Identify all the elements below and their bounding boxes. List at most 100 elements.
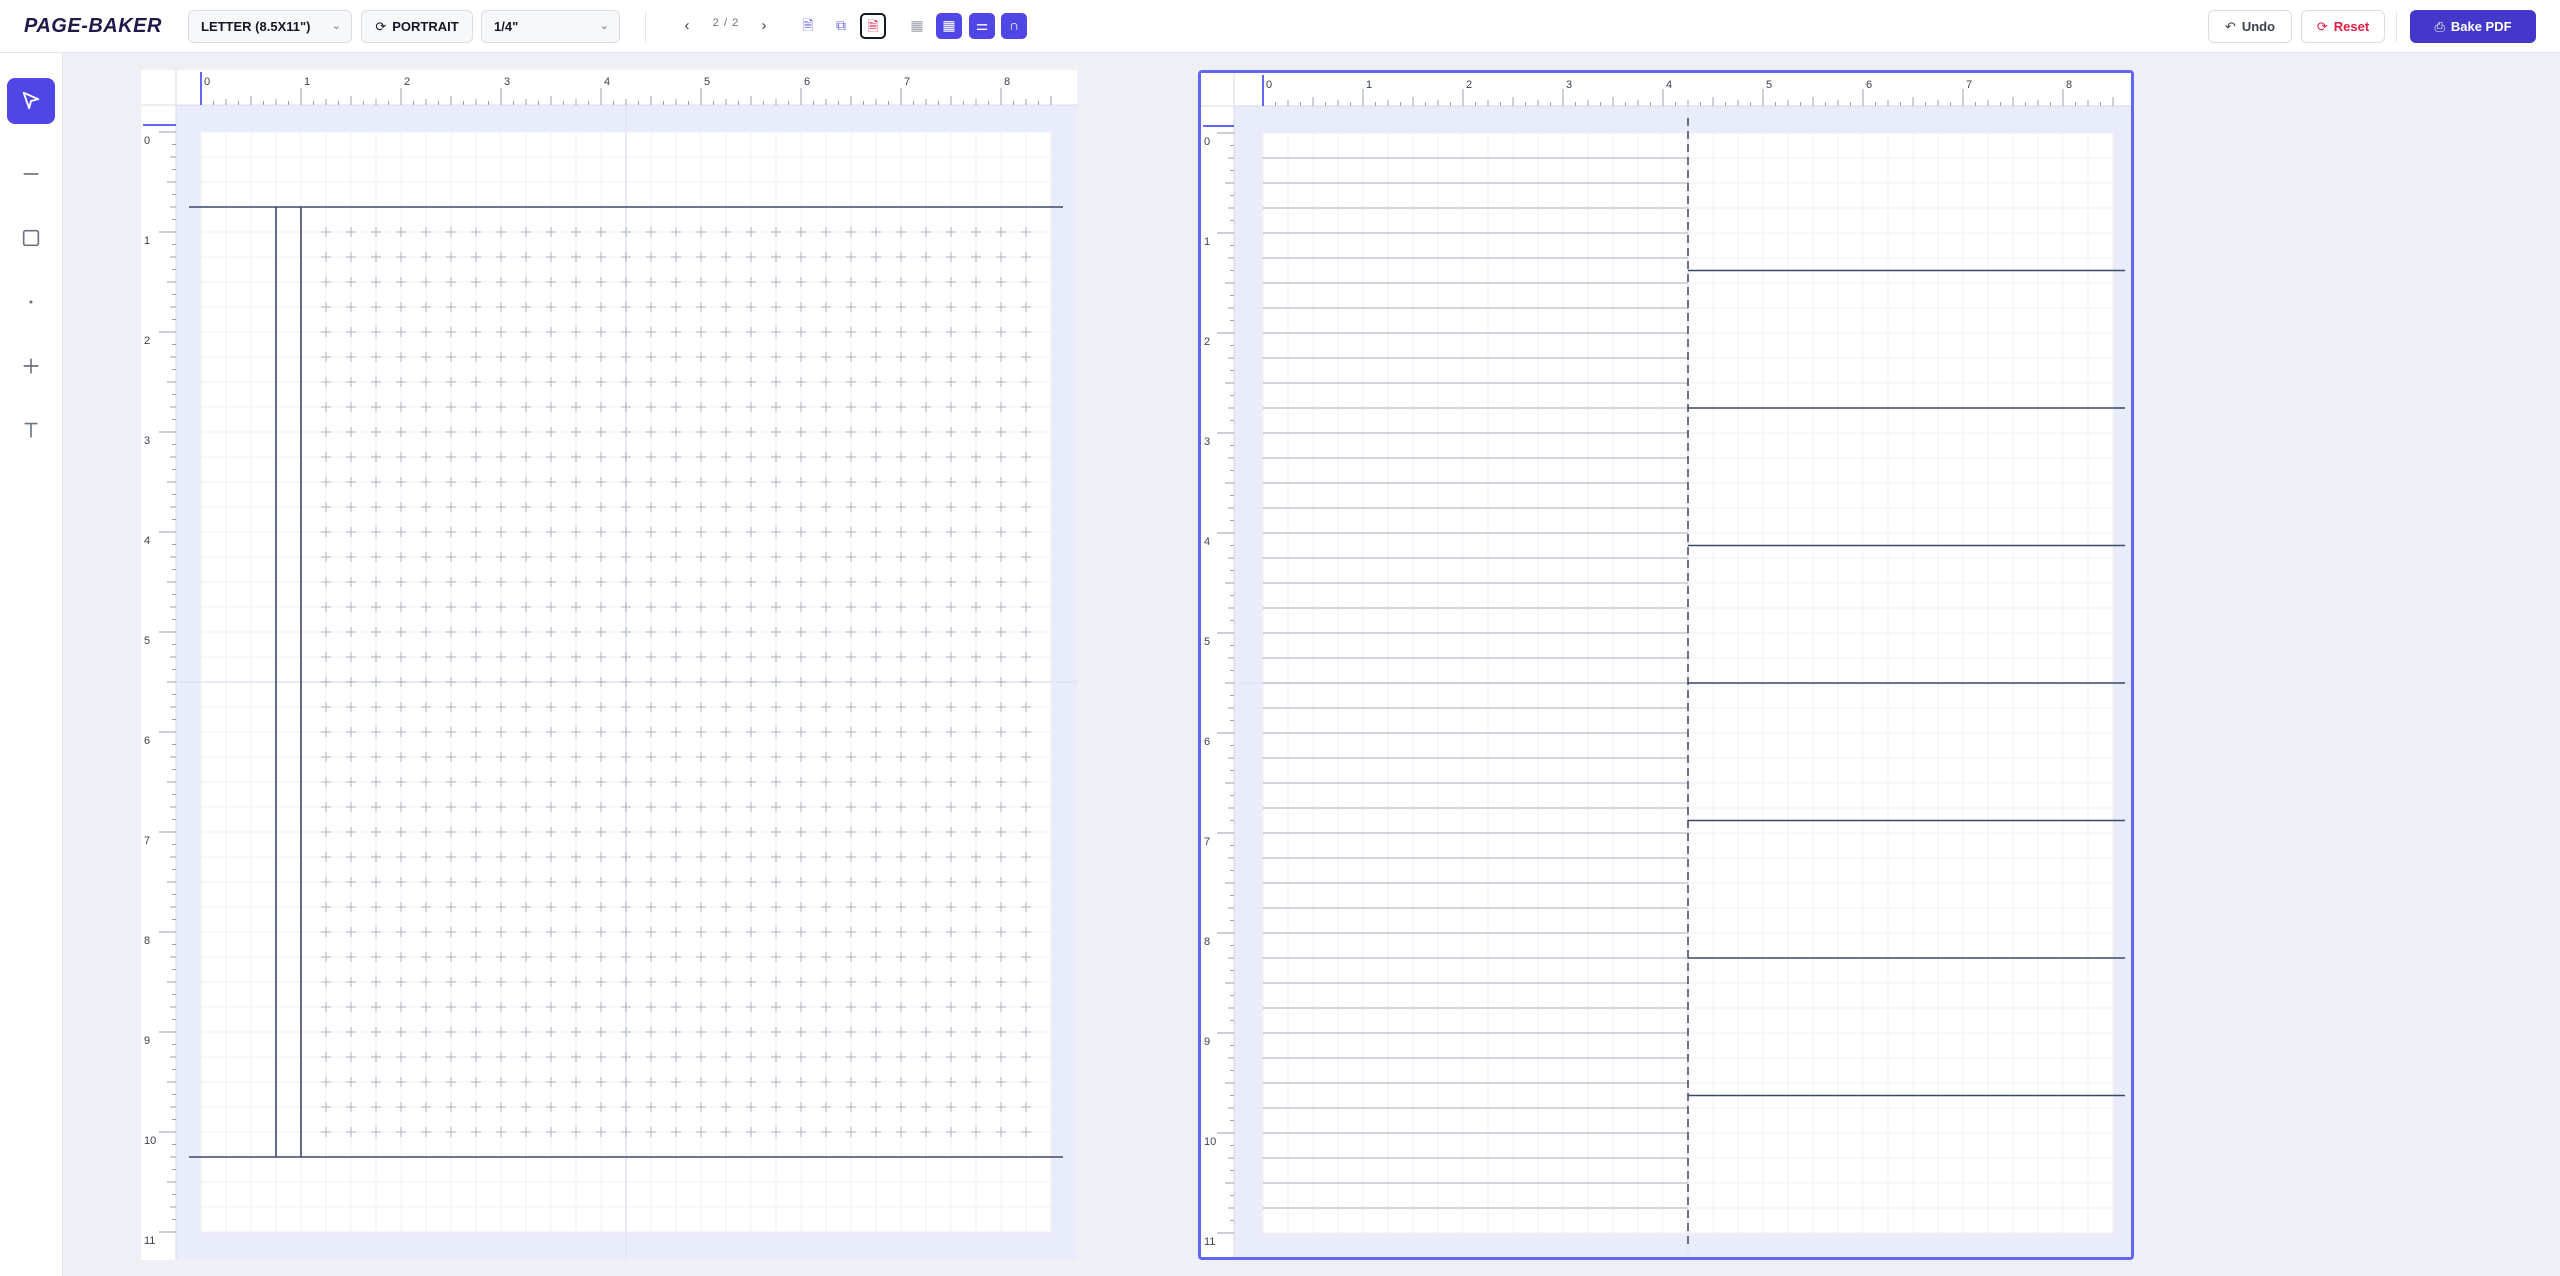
square-icon — [22, 229, 40, 247]
ruler-label-vertical: 0 — [1204, 136, 1210, 148]
show-rulers-toggle[interactable]: ⚌ — [969, 13, 995, 39]
page-counter: 2 / 2 — [712, 17, 740, 29]
ruler-label-vertical: 0 — [144, 135, 150, 147]
page-2-svg: 0 1 2 3 4 5 6 7 8 0 1 2 3 4 5 6 7 8 9 10 11 — [1201, 73, 2131, 1257]
ruler-label-vertical: 10 — [144, 1135, 156, 1147]
ruler-label-horizontal: 5 — [1766, 79, 1772, 91]
next-page-button[interactable]: › — [752, 14, 776, 38]
ruler-label-horizontal: 0 — [204, 76, 210, 88]
ruler-label-vertical: 5 — [144, 635, 150, 647]
ruler-label-vertical: 3 — [1204, 436, 1210, 448]
app-logo: PAGE-BAKER — [24, 15, 162, 37]
line-tool[interactable] — [7, 151, 55, 197]
printer-icon: ⎙ — [2434, 19, 2445, 34]
dot-tool[interactable] — [7, 279, 55, 325]
ruler-label-horizontal: 1 — [1366, 79, 1372, 91]
plus-icon — [23, 358, 39, 374]
rectangle-tool[interactable] — [7, 215, 55, 261]
ruler-label-vertical: 10 — [1204, 1136, 1216, 1148]
orientation-button[interactable]: ⟳ PORTRAIT — [361, 10, 473, 43]
table-icon: ▦ — [942, 17, 956, 33]
layout-grid-button[interactable]: ▦ — [904, 13, 930, 39]
refresh-icon: ⟳ — [2316, 19, 2328, 34]
ruler-label-vertical: 6 — [144, 735, 150, 747]
add-page-button[interactable]: 🗎 — [795, 13, 821, 39]
ruler-label-horizontal: 4 — [1666, 79, 1672, 91]
text-icon — [24, 422, 38, 438]
top-toolbar: PAGE-BAKER LETTER (8.5X11") ⌄ ⟳ PORTRAIT … — [0, 0, 2560, 53]
vertical-ruler — [1201, 73, 1234, 1257]
grid-icon: ▦ — [910, 17, 924, 33]
show-grid-toggle[interactable]: ▦ — [936, 13, 962, 39]
prev-page-button[interactable]: ‹ — [675, 14, 699, 38]
chevron-down-icon: ⌄ — [599, 20, 609, 32]
spacing-select[interactable]: 1/4" ⌄ — [481, 10, 620, 43]
copy-icon: ⧉ — [836, 17, 846, 33]
delete-page-button[interactable]: 🗎 — [860, 13, 886, 39]
file-plus-icon: 🗎 — [802, 17, 814, 33]
ruler-label-vertical: 5 — [1204, 636, 1210, 648]
chevron-down-icon: ⌄ — [331, 20, 341, 32]
bake-pdf-button[interactable]: ⎙ Bake PDF — [2410, 10, 2536, 43]
dot-icon — [29, 300, 33, 304]
file-remove-icon: 🗎 — [867, 18, 879, 34]
text-tool[interactable] — [7, 407, 55, 453]
ruler-label-horizontal: 8 — [2066, 79, 2072, 91]
paper-size-value: LETTER (8.5X11") — [201, 19, 311, 34]
line-icon — [23, 173, 39, 175]
ruler-label-vertical: 2 — [1204, 336, 1210, 348]
page-1-svg: 0 1 2 3 4 5 6 7 8 0 1 2 3 4 5 6 7 8 9 10 11 — [141, 70, 1077, 1260]
toolbar-divider — [2396, 12, 2397, 42]
reset-label: Reset — [2333, 19, 2370, 34]
duplicate-page-button[interactable]: ⧉ — [828, 13, 854, 39]
page-1-canvas[interactable]: 0 1 2 3 4 5 6 7 8 0 1 2 3 4 5 6 7 8 9 10 11 — [141, 70, 1077, 1260]
ruler-label-horizontal: 1 — [304, 76, 310, 88]
chevron-left-icon: ‹ — [684, 17, 690, 34]
ruler-label-horizontal: 8 — [1004, 76, 1010, 88]
magnet-icon: ∩ — [1008, 17, 1020, 33]
ruler-label-horizontal: 2 — [404, 76, 410, 88]
rotate-icon: ⟳ — [375, 19, 387, 34]
ruler-label-vertical: 9 — [1204, 1036, 1210, 1048]
reset-button[interactable]: ⟳ Reset — [2301, 10, 2385, 43]
ruler-label-vertical: 1 — [144, 235, 150, 247]
ruler-label-horizontal: 0 — [1266, 79, 1272, 91]
ruler-label-vertical: 8 — [1204, 936, 1210, 948]
ruler-label-vertical: 7 — [1204, 836, 1210, 848]
ruler-label-vertical: 1 — [1204, 236, 1210, 248]
ruler-label-horizontal: 3 — [504, 76, 510, 88]
ruler-label-vertical: 4 — [1204, 536, 1210, 548]
undo-button[interactable]: ↶ Undo — [2208, 10, 2292, 43]
ruler-icon: ⚌ — [975, 17, 989, 33]
ruler-label-horizontal: 4 — [604, 76, 610, 88]
cursor-icon — [22, 91, 40, 110]
ruler-label-horizontal: 7 — [1966, 79, 1972, 91]
ruler-label-vertical: 6 — [1204, 736, 1210, 748]
select-tool[interactable] — [7, 78, 55, 124]
tool-sidebar — [0, 53, 63, 1276]
ruler-label-horizontal: 2 — [1466, 79, 1472, 91]
ruler-label-horizontal: 7 — [904, 76, 910, 88]
page-2-canvas[interactable]: 0 1 2 3 4 5 6 7 8 0 1 2 3 4 5 6 7 8 9 10 11 — [1198, 70, 2134, 1260]
ruler-label-horizontal: 6 — [804, 76, 810, 88]
ruler-label-vertical: 11 — [144, 1235, 155, 1247]
ruler-label-vertical: 11 — [1204, 1236, 1215, 1248]
ruler-label-horizontal: 5 — [704, 76, 710, 88]
ruler-label-vertical: 7 — [144, 835, 150, 847]
ruler-label-horizontal: 3 — [1566, 79, 1572, 91]
ruler-label-vertical: 3 — [144, 435, 150, 447]
ruler-label-horizontal: 6 — [1866, 79, 1872, 91]
paper-size-select[interactable]: LETTER (8.5X11") ⌄ — [188, 10, 352, 43]
toolbar-divider — [645, 12, 646, 42]
bake-label: Bake PDF — [2450, 19, 2512, 34]
ruler-label-vertical: 9 — [144, 1035, 150, 1047]
ruler-label-vertical: 2 — [144, 335, 150, 347]
ruler-label-vertical: 8 — [144, 935, 150, 947]
undo-icon: ↶ — [2224, 19, 2236, 34]
spacing-value: 1/4" — [494, 19, 519, 34]
cross-tool[interactable] — [7, 343, 55, 389]
snap-toggle[interactable]: ∩ — [1001, 13, 1027, 39]
undo-label: Undo — [2241, 19, 2276, 34]
ruler-label-vertical: 4 — [144, 535, 150, 547]
chevron-right-icon: › — [761, 17, 767, 34]
